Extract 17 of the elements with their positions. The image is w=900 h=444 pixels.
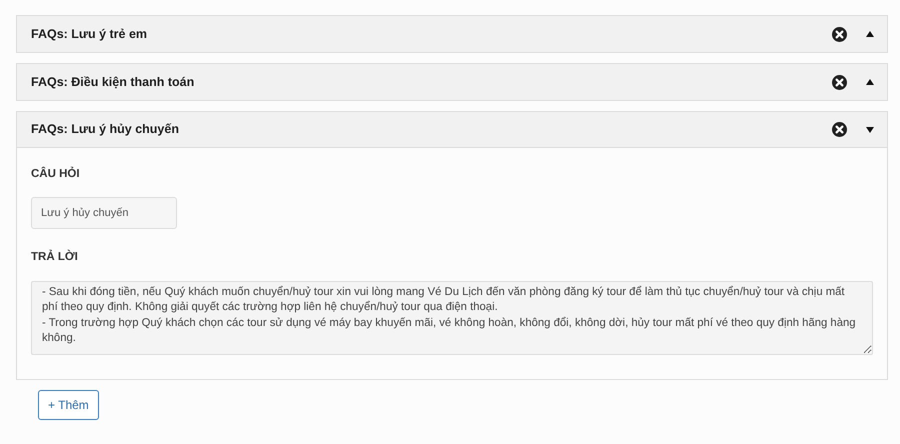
input-field[interactable]: Lưu ý hủy chuyến <box>31 197 177 230</box>
close-icon[interactable] <box>832 74 847 90</box>
add-button[interactable]: + Thêm <box>38 390 99 420</box>
faq-title: FAQs: Lưu ý hủy chuyến <box>31 121 180 138</box>
caret-up-icon[interactable] <box>866 79 874 85</box>
field-label: TRẢ LỜI <box>31 249 79 266</box>
faq-header[interactable]: FAQs: Lưu ý trẻ em <box>17 16 887 52</box>
close-icon[interactable] <box>832 122 847 137</box>
caret-down-icon[interactable] <box>866 126 874 132</box>
faq-title: FAQs: Điều kiện thanh toán <box>31 74 196 91</box>
faq-header[interactable]: FAQs: Lưu ý hủy chuyến <box>17 112 887 148</box>
field-label: CÂU HỎI <box>31 166 81 182</box>
answer-box[interactable]: - Sau khi đóng tiền, nếu Quý khách muốn chuyển/huỷ tour xin vui lòng mang Vé Du Lịch đến văn phòng đăng ký tour để làm thủ tục chuyển/huỷ tour và chịu mất phí theo quy định. Không giải quyết các trường hợp liên hệ chuyển/huỷ tour qua điện thoại. - Trong trường hợp Quý khách chọn các tour sử dụng vé máy bay khuyến mãi, vé không hoàn, không đổi, không dời, hủy tour mất phí vé theo quy định hãng hàng không. <box>31 280 873 354</box>
caret-up-icon[interactable] <box>866 31 874 37</box>
faq-header[interactable]: FAQs: Điều kiện thanh toán <box>17 64 887 100</box>
close-icon[interactable] <box>832 26 847 42</box>
faq-title: FAQs: Lưu ý trẻ em <box>31 26 148 43</box>
